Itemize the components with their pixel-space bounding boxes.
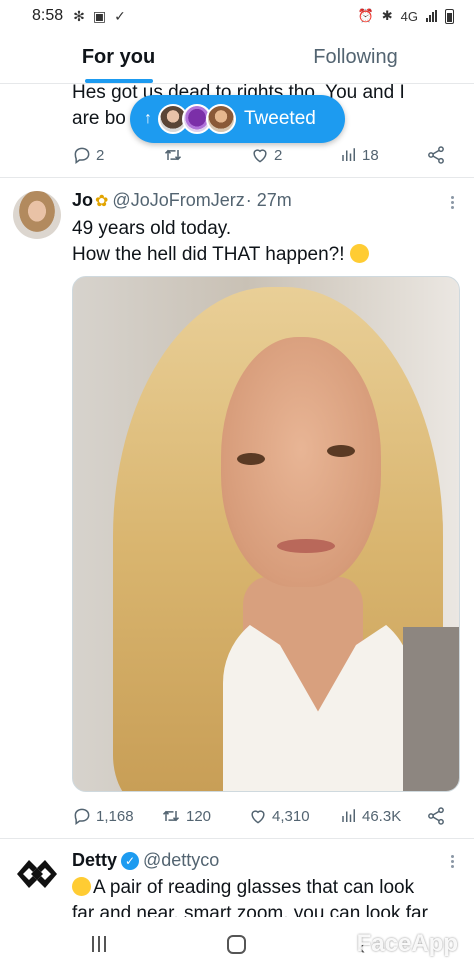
status-system-icons: ⏰ ✱ 4G xyxy=(358,8,454,24)
tweet-divider xyxy=(0,838,474,839)
views-icon xyxy=(342,809,355,822)
tweet-text[interactable]: 49 years old today. How the hell did THA… xyxy=(72,216,462,268)
tab-following-label: Following xyxy=(313,46,398,68)
home-button[interactable] xyxy=(227,935,246,954)
faceapp-watermark: FaceApp xyxy=(356,930,458,957)
network-type: 4G xyxy=(400,8,418,24)
more-options-icon[interactable] xyxy=(451,853,454,870)
tab-for-you[interactable]: For you xyxy=(0,32,237,83)
photo-eye-right xyxy=(327,445,355,457)
reply-count: 2 xyxy=(96,146,105,164)
like-count: 2 xyxy=(274,146,283,164)
download-done-icon: ✓ xyxy=(114,7,126,24)
verified-badge-icon: ✓ xyxy=(121,851,140,870)
retweet-button[interactable]: 120 xyxy=(160,806,211,826)
sunflower-icon: ✿ xyxy=(95,192,109,210)
status-notification-icons: ✻ ▣ ✓ xyxy=(73,8,126,25)
tweet-photo[interactable] xyxy=(72,276,460,792)
avatar[interactable] xyxy=(13,191,61,239)
signal-icon xyxy=(426,10,437,22)
pinwheel-icon: ✻ xyxy=(73,7,85,24)
tweet-text-line-1: 49 years old today. xyxy=(72,218,232,239)
reply-count: 1,168 xyxy=(96,807,134,825)
astonished-face-emoji-icon xyxy=(72,877,91,896)
heart-icon xyxy=(251,810,265,824)
tweet-text-line-2: far and near, smart zoom, you can look f… xyxy=(72,903,428,917)
tweet-divider xyxy=(0,177,474,178)
share-button[interactable] xyxy=(426,145,446,165)
share-icon xyxy=(428,146,444,164)
timeline-tabs: For you Following xyxy=(0,32,474,84)
more-options-icon[interactable] xyxy=(451,194,454,211)
views-button[interactable]: 18 xyxy=(340,146,379,164)
like-button[interactable]: 4,310 xyxy=(248,806,310,826)
status-time: 8:58 xyxy=(32,7,64,24)
tweet-header: Jo ✿ @JoJoFromJerz · 27m xyxy=(72,190,292,211)
retweet-count: 120 xyxy=(186,807,212,825)
heart-icon xyxy=(253,149,267,163)
tweet-text-line-2-content: How the hell did THAT happen?! xyxy=(72,244,345,265)
battery-icon xyxy=(445,8,454,24)
views-button[interactable]: 46.3K xyxy=(340,807,401,825)
retweet-icon xyxy=(164,149,182,161)
author-name[interactable]: Jo xyxy=(72,190,93,211)
photo-sweater xyxy=(403,627,459,791)
tweet-text-line-1-content: A pair of reading glasses that can look xyxy=(93,877,415,898)
photo-lips xyxy=(277,539,335,553)
detty-logo-icon xyxy=(17,860,57,888)
new-tweets-pill-label: Tweeted xyxy=(244,108,316,129)
pill-avatars xyxy=(158,104,236,134)
reply-icon xyxy=(74,808,90,825)
reply-button[interactable]: 1,168 xyxy=(72,806,134,826)
author-handle[interactable]: @dettyco xyxy=(143,850,219,871)
new-tweets-pill[interactable]: ↑ Tweeted xyxy=(130,95,345,143)
views-icon xyxy=(342,148,355,161)
zany-face-emoji-icon xyxy=(349,244,369,263)
tab-for-you-label: For you xyxy=(81,46,156,68)
arrow-up-icon: ↑ xyxy=(144,110,152,127)
share-icon xyxy=(428,807,444,825)
avatar xyxy=(206,104,236,134)
views-count: 46.3K xyxy=(362,807,402,825)
reply-icon xyxy=(74,147,90,164)
tweet-text[interactable]: A pair of reading glasses that can look … xyxy=(72,875,462,917)
tweet-header: Detty ✓ @dettyco xyxy=(72,850,219,871)
android-nav-bar: ‹ FaceApp xyxy=(0,918,474,973)
tweet-actions: 1,168 120 4,310 46.3K xyxy=(72,804,452,828)
tab-following[interactable]: Following xyxy=(237,32,474,83)
author-handle[interactable]: @JoJoFromJerz xyxy=(112,190,244,211)
tweet-timestamp: · 27m xyxy=(245,190,292,210)
tweet-text-line-1: A pair of reading glasses that can look xyxy=(72,875,462,901)
tweet-text-line-2: How the hell did THAT happen?! xyxy=(72,242,462,268)
views-count: 18 xyxy=(362,146,379,164)
reply-button[interactable]: 2 xyxy=(72,145,104,165)
like-count: 4,310 xyxy=(272,807,310,825)
status-bar: 8:58 ✻ ▣ ✓ ⏰ ✱ 4G xyxy=(0,0,474,32)
bluetooth-icon: ✱ xyxy=(381,8,393,23)
recent-apps-button[interactable] xyxy=(92,936,106,952)
author-name[interactable]: Detty xyxy=(72,850,117,871)
gallery-icon: ▣ xyxy=(92,7,107,24)
like-button[interactable]: 2 xyxy=(250,145,282,165)
share-button[interactable] xyxy=(426,806,446,826)
photo-eye-left xyxy=(237,453,265,465)
retweet-button[interactable] xyxy=(162,145,188,165)
alarm-icon: ⏰ xyxy=(357,8,374,23)
previous-tweet-actions: 2 2 18 xyxy=(72,143,452,167)
avatar[interactable] xyxy=(13,850,61,898)
retweet-icon xyxy=(162,810,180,822)
